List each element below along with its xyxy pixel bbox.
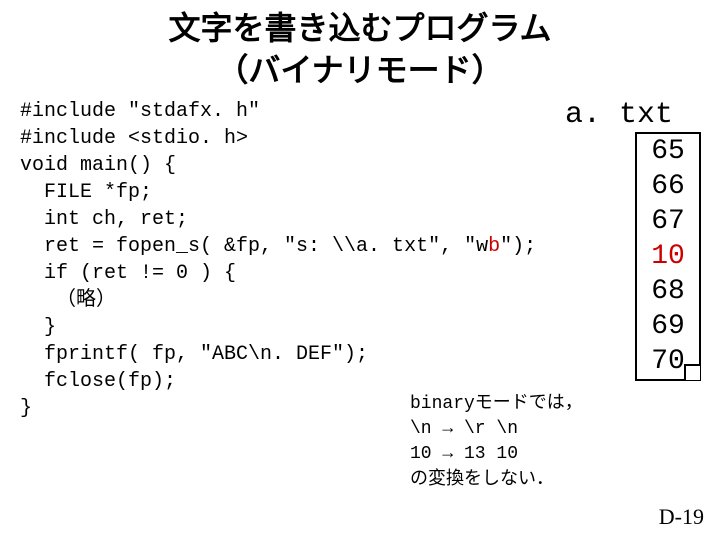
file-value: 67 bbox=[637, 204, 699, 239]
file-value: 66 bbox=[637, 169, 699, 204]
code-line: void main() { bbox=[20, 154, 176, 177]
file-value: 69 bbox=[637, 309, 699, 344]
note-line: \n → \r \n bbox=[410, 417, 583, 442]
file-name-label: a. txt bbox=[565, 98, 673, 132]
file-content-box: 65 66 67 10 68 69 70 bbox=[635, 132, 701, 381]
code-line: fprintf( fp, "ABC\n. DEF"); bbox=[20, 343, 368, 366]
code-line: FILE *fp; bbox=[20, 181, 152, 204]
file-value: 68 bbox=[637, 274, 699, 309]
code-line: int ch, ret; bbox=[20, 208, 188, 231]
code-line: ret = fopen_s( &fp, "s: \\a. txt", "w bbox=[20, 235, 488, 258]
code-line: （略） bbox=[20, 289, 116, 312]
note-line: binaryモードでは， bbox=[410, 392, 583, 417]
dog-ear-icon bbox=[684, 364, 700, 380]
code-line: #include "stdafx. h" bbox=[20, 100, 260, 123]
page-number: D-19 bbox=[659, 504, 704, 530]
note-line: 10 → 13 10 bbox=[410, 442, 583, 467]
code-line: } bbox=[20, 397, 32, 420]
note-line: の変換をしない． bbox=[410, 468, 583, 493]
code-line: "); bbox=[500, 235, 536, 258]
title-line-2: （バイナリモード） bbox=[216, 52, 503, 88]
title-line-1: 文字を書き込むプログラム bbox=[168, 10, 551, 46]
file-value: 65 bbox=[637, 134, 699, 169]
code-line: } bbox=[20, 316, 56, 339]
code-highlight: b bbox=[488, 235, 500, 258]
code-line: if (ret != 0 ) { bbox=[20, 262, 236, 285]
code-listing: #include "stdafx. h" #include <stdio. h>… bbox=[20, 98, 536, 422]
file-value-highlight: 10 bbox=[637, 239, 699, 274]
code-line: fclose(fp); bbox=[20, 370, 176, 393]
code-line: #include <stdio. h> bbox=[20, 127, 248, 150]
slide-title: 文字を書き込むプログラム （バイナリモード） bbox=[0, 0, 720, 95]
annotation-note: binaryモードでは， \n → \r \n 10 → 13 10 の変換をし… bbox=[410, 392, 583, 493]
